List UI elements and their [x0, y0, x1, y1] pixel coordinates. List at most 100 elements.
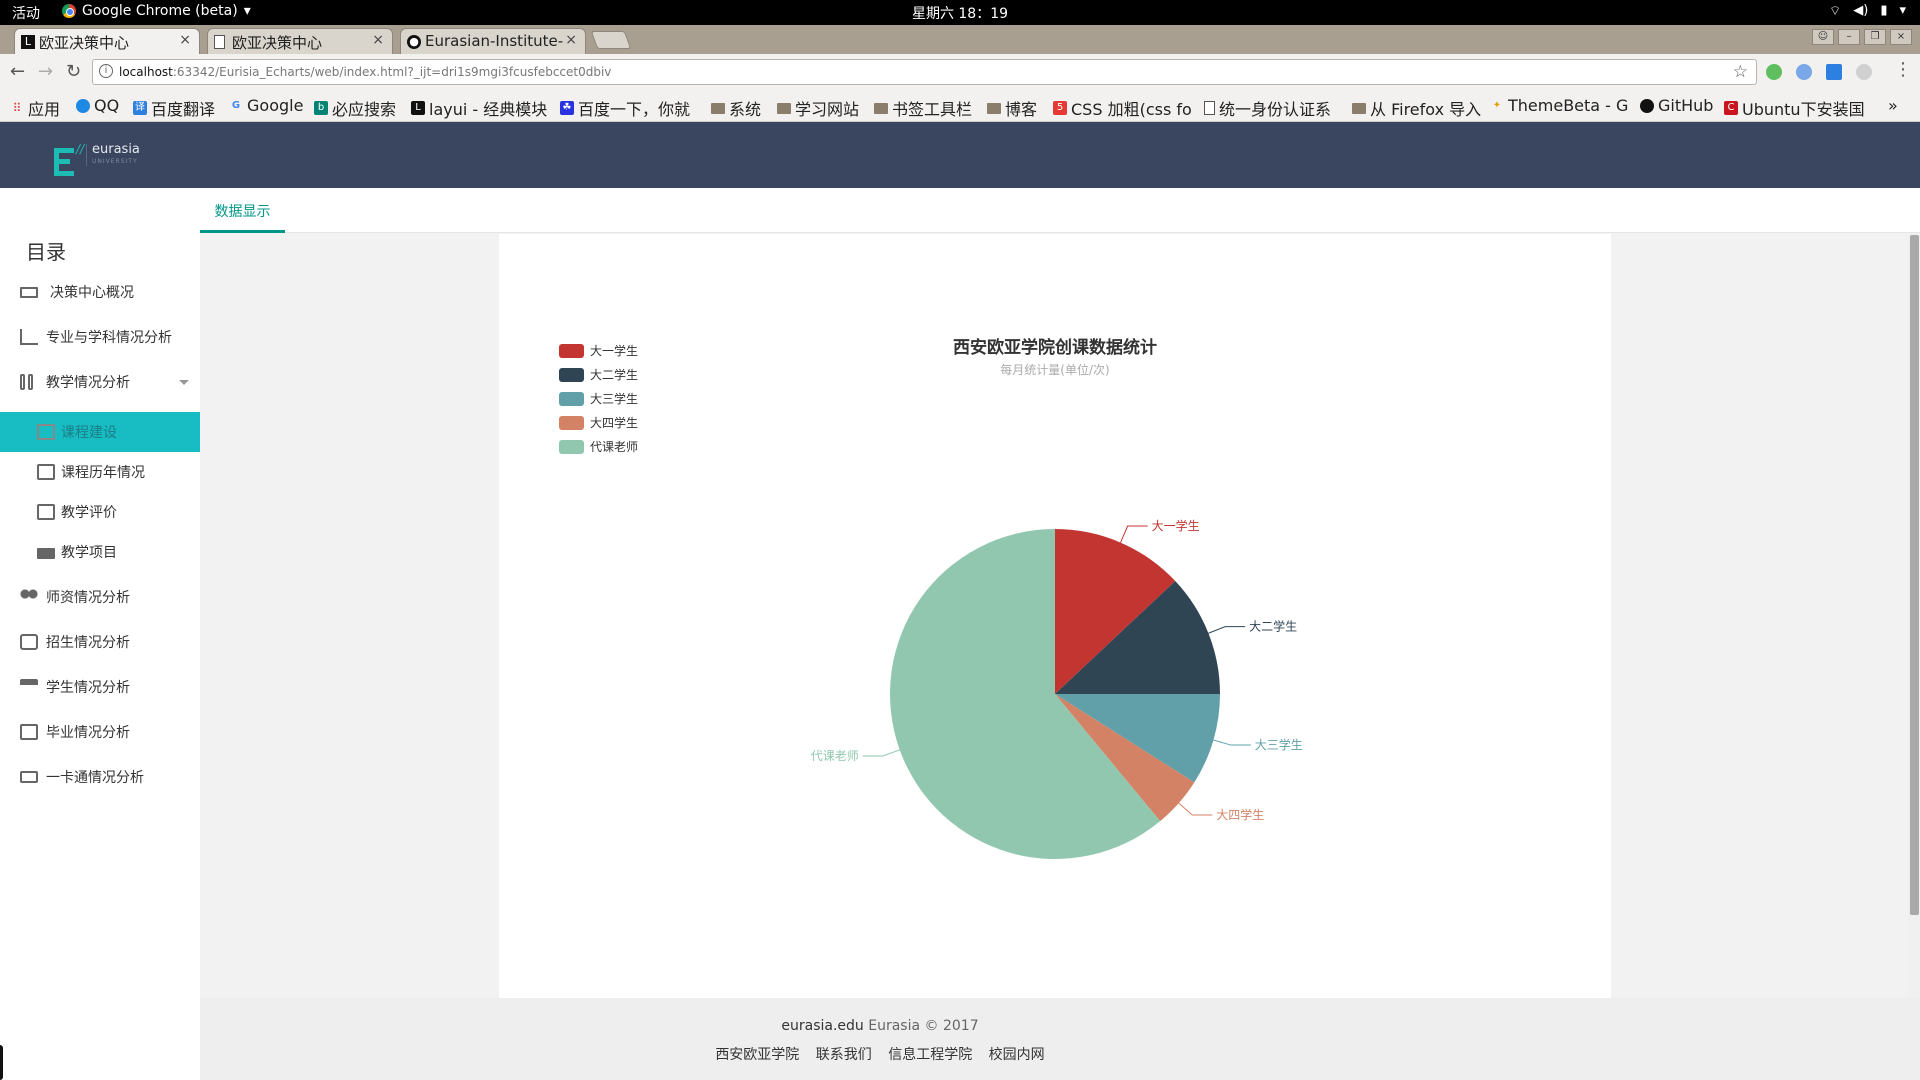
sidebar-item-overview[interactable]: 决策中心概况: [0, 272, 200, 312]
sidebar-item-course-construction[interactable]: 课程建设: [0, 412, 200, 452]
bookmark-label: 必应搜索: [332, 100, 397, 119]
bookmark-item[interactable]: 学习网站: [777, 96, 859, 120]
sidebar-item-faculty[interactable]: 师资情况分析: [0, 577, 200, 617]
legend-swatch: [559, 368, 584, 382]
bookmark-star-icon[interactable]: ☆: [1733, 62, 1748, 82]
extension-green-icon[interactable]: [1766, 64, 1782, 80]
close-window-button[interactable]: ×: [1890, 29, 1912, 45]
bookmark-item[interactable]: ⠿ 应用: [10, 96, 60, 120]
browser-menu-icon[interactable]: ⋮: [1894, 59, 1912, 80]
sidebar-item-graduation[interactable]: 毕业情况分析: [0, 712, 200, 752]
close-icon[interactable]: ×: [372, 32, 384, 48]
logo-text: eurasia: [92, 142, 140, 157]
user-icon[interactable]: ☺: [1812, 29, 1834, 45]
sidebar-item-campus-card[interactable]: 一卡通情况分析: [0, 757, 200, 797]
browser-toolbar: ← → ↻ i localhost:63342/Eurisia_Echarts/…: [0, 54, 1920, 90]
google-icon: G: [231, 99, 241, 111]
address-bar[interactable]: i localhost:63342/Eurisia_Echarts/web/in…: [92, 59, 1757, 85]
bookmark-item[interactable]: GitHub: [1640, 96, 1713, 115]
dock-edge: [0, 1045, 3, 1080]
folder-icon: [37, 548, 55, 559]
translate-extension-icon[interactable]: [1826, 64, 1842, 80]
edit-icon: [37, 504, 55, 520]
url-path: :63342/Eurisia_Echarts/web/index.html?_i…: [172, 65, 612, 79]
bookmark-item[interactable]: ☘ 百度一下，你就: [560, 96, 690, 120]
extension-blue-icon[interactable]: [1796, 64, 1812, 80]
browser-tab-strip: L 欧亚决策中心 × 欧亚决策中心 × ● Eurasian-Institute…: [0, 25, 1920, 54]
minimize-button[interactable]: –: [1838, 29, 1860, 45]
bookmark-label: layui - 经典模块: [429, 100, 548, 119]
browser-tab[interactable]: 欧亚决策中心 ×: [207, 28, 393, 54]
bookmark-item[interactable]: 统一身份认证系: [1204, 96, 1331, 120]
footer-link-university[interactable]: 西安欧亚学院: [715, 1047, 799, 1063]
bookmark-item[interactable]: ✦ ThemeBeta - Gc: [1490, 96, 1628, 115]
reload-icon[interactable]: ↻: [66, 61, 81, 82]
sidebar-item-students[interactable]: 学生情况分析: [0, 667, 200, 707]
logo-slash: //: [76, 142, 85, 156]
window-controls: ☺ – ❐ ×: [1812, 29, 1912, 45]
info-icon[interactable]: i: [99, 64, 113, 78]
logo-subtext: UNIVERSITY: [92, 158, 138, 165]
maximize-button[interactable]: ❐: [1864, 29, 1886, 45]
sidebar-item-teaching-evaluation[interactable]: 教学评价: [0, 492, 200, 532]
legend-label: 大三学生: [590, 391, 638, 406]
logo-divider: [86, 144, 87, 166]
sidebar-item-label: 课程建设: [61, 425, 117, 441]
pie-label: 大一学生: [1152, 518, 1200, 533]
tab-title: Eurasian-Institute-: [425, 32, 564, 50]
sidebar-item-course-history[interactable]: 课程历年情况: [0, 452, 200, 492]
book-icon: [37, 424, 55, 440]
sidebar-item-label: 学生情况分析: [46, 680, 130, 696]
footer-copyright: Eurasia © 2017: [868, 1018, 979, 1034]
bookmark-label: Ubuntu下安装国: [1742, 100, 1864, 119]
sidebar-item-admissions[interactable]: 招生情况分析: [0, 622, 200, 662]
legend-swatch: [559, 392, 584, 406]
sidebar-item-teaching-projects[interactable]: 教学项目: [0, 532, 200, 572]
sidebar-item-majors[interactable]: 专业与学科情况分析: [0, 317, 200, 357]
footer-link-intranet[interactable]: 校园内网: [989, 1047, 1045, 1063]
bookmark-item[interactable]: 书签工具栏: [874, 96, 972, 120]
bookmark-item[interactable]: C Ubuntu下安装国: [1724, 96, 1864, 120]
scrollbar-thumb[interactable]: [1910, 235, 1919, 915]
bookmark-item[interactable]: G Google: [229, 96, 304, 115]
bookmark-item[interactable]: 译百度翻译: [133, 96, 215, 120]
bookmark-item[interactable]: 从 Firefox 导入: [1352, 96, 1481, 120]
bookmark-item[interactable]: b 必应搜索: [314, 96, 396, 120]
sidebar-item-teaching[interactable]: 教学情况分析: [0, 362, 200, 402]
translate-icon: 译: [133, 101, 147, 115]
bookmark-item[interactable]: 博客: [987, 96, 1037, 120]
browser-tab[interactable]: ● Eurasian-Institute- ×: [400, 28, 586, 54]
close-icon[interactable]: ×: [565, 32, 577, 48]
content-tab-bar: 数据显示: [200, 188, 1920, 233]
system-top-bar: 活动 Google Chrome (beta) ▾ 星期六 18：19 ⌔ ◀)…: [0, 0, 1920, 25]
bookmark-item[interactable]: QQ: [76, 96, 119, 115]
bookmarks-overflow-icon[interactable]: »: [1888, 96, 1898, 115]
new-tab-button[interactable]: [590, 31, 632, 49]
bar-chart-icon: [20, 329, 38, 345]
tab-data-display[interactable]: 数据显示: [200, 188, 285, 233]
tab-title: 欧亚决策中心: [232, 34, 323, 52]
browser-tab[interactable]: L 欧亚决策中心 ×: [14, 28, 200, 54]
sidebar-item-label: 教学情况分析: [46, 375, 130, 391]
close-icon[interactable]: ×: [179, 32, 191, 48]
bookmark-item[interactable]: 5 CSS 加粗(css fo: [1053, 96, 1192, 120]
back-arrow-icon[interactable]: ←: [10, 61, 25, 82]
system-clock[interactable]: 星期六 18：19: [0, 3, 1920, 23]
footer-link-it-school[interactable]: 信息工程学院: [888, 1047, 972, 1063]
bookmark-item[interactable]: 系统: [711, 96, 761, 120]
legend-label: 大二学生: [590, 367, 638, 382]
bookmark-item[interactable]: Llayui - 经典模块: [411, 96, 547, 120]
github-icon: ●: [407, 35, 421, 49]
eurasia-logo-icon[interactable]: [54, 148, 74, 176]
sidebar: 目录 决策中心概况 专业与学科情况分析 教学情况分析 课程建设 课程历年情况 教…: [0, 188, 200, 1080]
forward-arrow-icon[interactable]: →: [38, 61, 53, 82]
bookmark-label: ThemeBeta - Gc: [1508, 96, 1628, 115]
card-icon: [20, 771, 38, 783]
extension-gray-icon[interactable]: [1856, 64, 1872, 80]
legend-swatch: [559, 416, 584, 430]
bookmark-label: 博客: [1005, 100, 1038, 119]
apps-grid-icon: ⠿: [12, 101, 22, 115]
system-tray[interactable]: ⌔ ◀) ▮ ▾: [1829, 3, 1906, 19]
footer-link-contact[interactable]: 联系我们: [816, 1047, 872, 1063]
footer-links: 西安欧亚学院 联系我们 信息工程学院 校园内网: [200, 1044, 1560, 1064]
